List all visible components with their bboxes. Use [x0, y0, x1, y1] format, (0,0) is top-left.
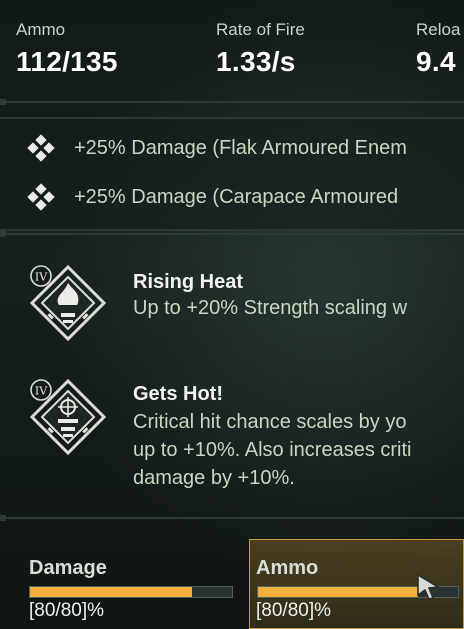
bonus-row: +25% Damage (Flak Armoured Enem	[27, 134, 407, 162]
progress-track	[29, 586, 233, 598]
blessing-bar-ammo[interactable]: Ammo [80/80]%	[249, 539, 464, 629]
diamond-cluster-icon	[27, 134, 55, 162]
stat-rate-of-fire: Rate of Fire 1.33/s	[216, 20, 305, 78]
stat-label: Reloa	[416, 20, 461, 39]
progress-fill	[30, 587, 192, 597]
stat-label: Rate of Fire	[216, 20, 305, 39]
bonus-text: +25% Damage (Carapace Armoured	[74, 185, 399, 208]
damage-bonus-panel: +25% Damage (Flak Armoured Enem +25% Dam…	[0, 117, 464, 231]
perk-description: up to +10%. Also increases criti	[133, 439, 412, 461]
bar-amount: [80/80]%	[256, 600, 331, 621]
stat-value: 9.4	[416, 46, 456, 77]
blessing-bar-damage[interactable]: Damage [80/80]%	[29, 540, 239, 629]
perk-gets-hot[interactable]: IV Gets Hot! Critical hit chance scales …	[28, 377, 464, 497]
perk-title: Gets Hot!	[133, 383, 223, 405]
weapon-stats: Ammo 112/135 Rate of Fire 1.33/s Reloa 9…	[0, 0, 464, 100]
bonus-text: +25% Damage (Flak Armoured Enem	[74, 136, 407, 159]
perk-description: Critical hit chance scales by yo	[133, 411, 407, 433]
stat-value: 112/135	[16, 46, 118, 77]
bar-name: Damage	[29, 557, 107, 579]
progress-fill	[258, 587, 418, 597]
perk-description: damage by +10%.	[133, 467, 295, 489]
bar-amount: [80/80]%	[29, 600, 104, 621]
crosshair-emblem-icon: IV	[29, 378, 107, 456]
stat-reload: Reloa 9.4	[416, 20, 460, 78]
perk-title: Rising Heat	[133, 271, 244, 293]
divider	[0, 515, 464, 521]
tier-badge: IV	[35, 271, 48, 284]
bonus-row: +25% Damage (Carapace Armoured	[27, 183, 399, 211]
diamond-cluster-icon	[27, 183, 55, 211]
divider	[0, 99, 464, 105]
stat-label: Ammo	[16, 20, 66, 39]
perk-rising-heat[interactable]: IV Rising Heat Up to +20% Strength scali…	[28, 263, 464, 363]
cursor-arrow-icon	[417, 573, 441, 600]
stat-value: 1.33/s	[216, 46, 296, 77]
tier-badge: IV	[35, 385, 48, 398]
flame-emblem-icon: IV	[29, 264, 107, 342]
stat-ammo: Ammo 112/135	[16, 20, 118, 78]
divider	[0, 231, 464, 237]
perk-description: Up to +20% Strength scaling w	[133, 297, 408, 319]
bar-name: Ammo	[256, 557, 319, 579]
